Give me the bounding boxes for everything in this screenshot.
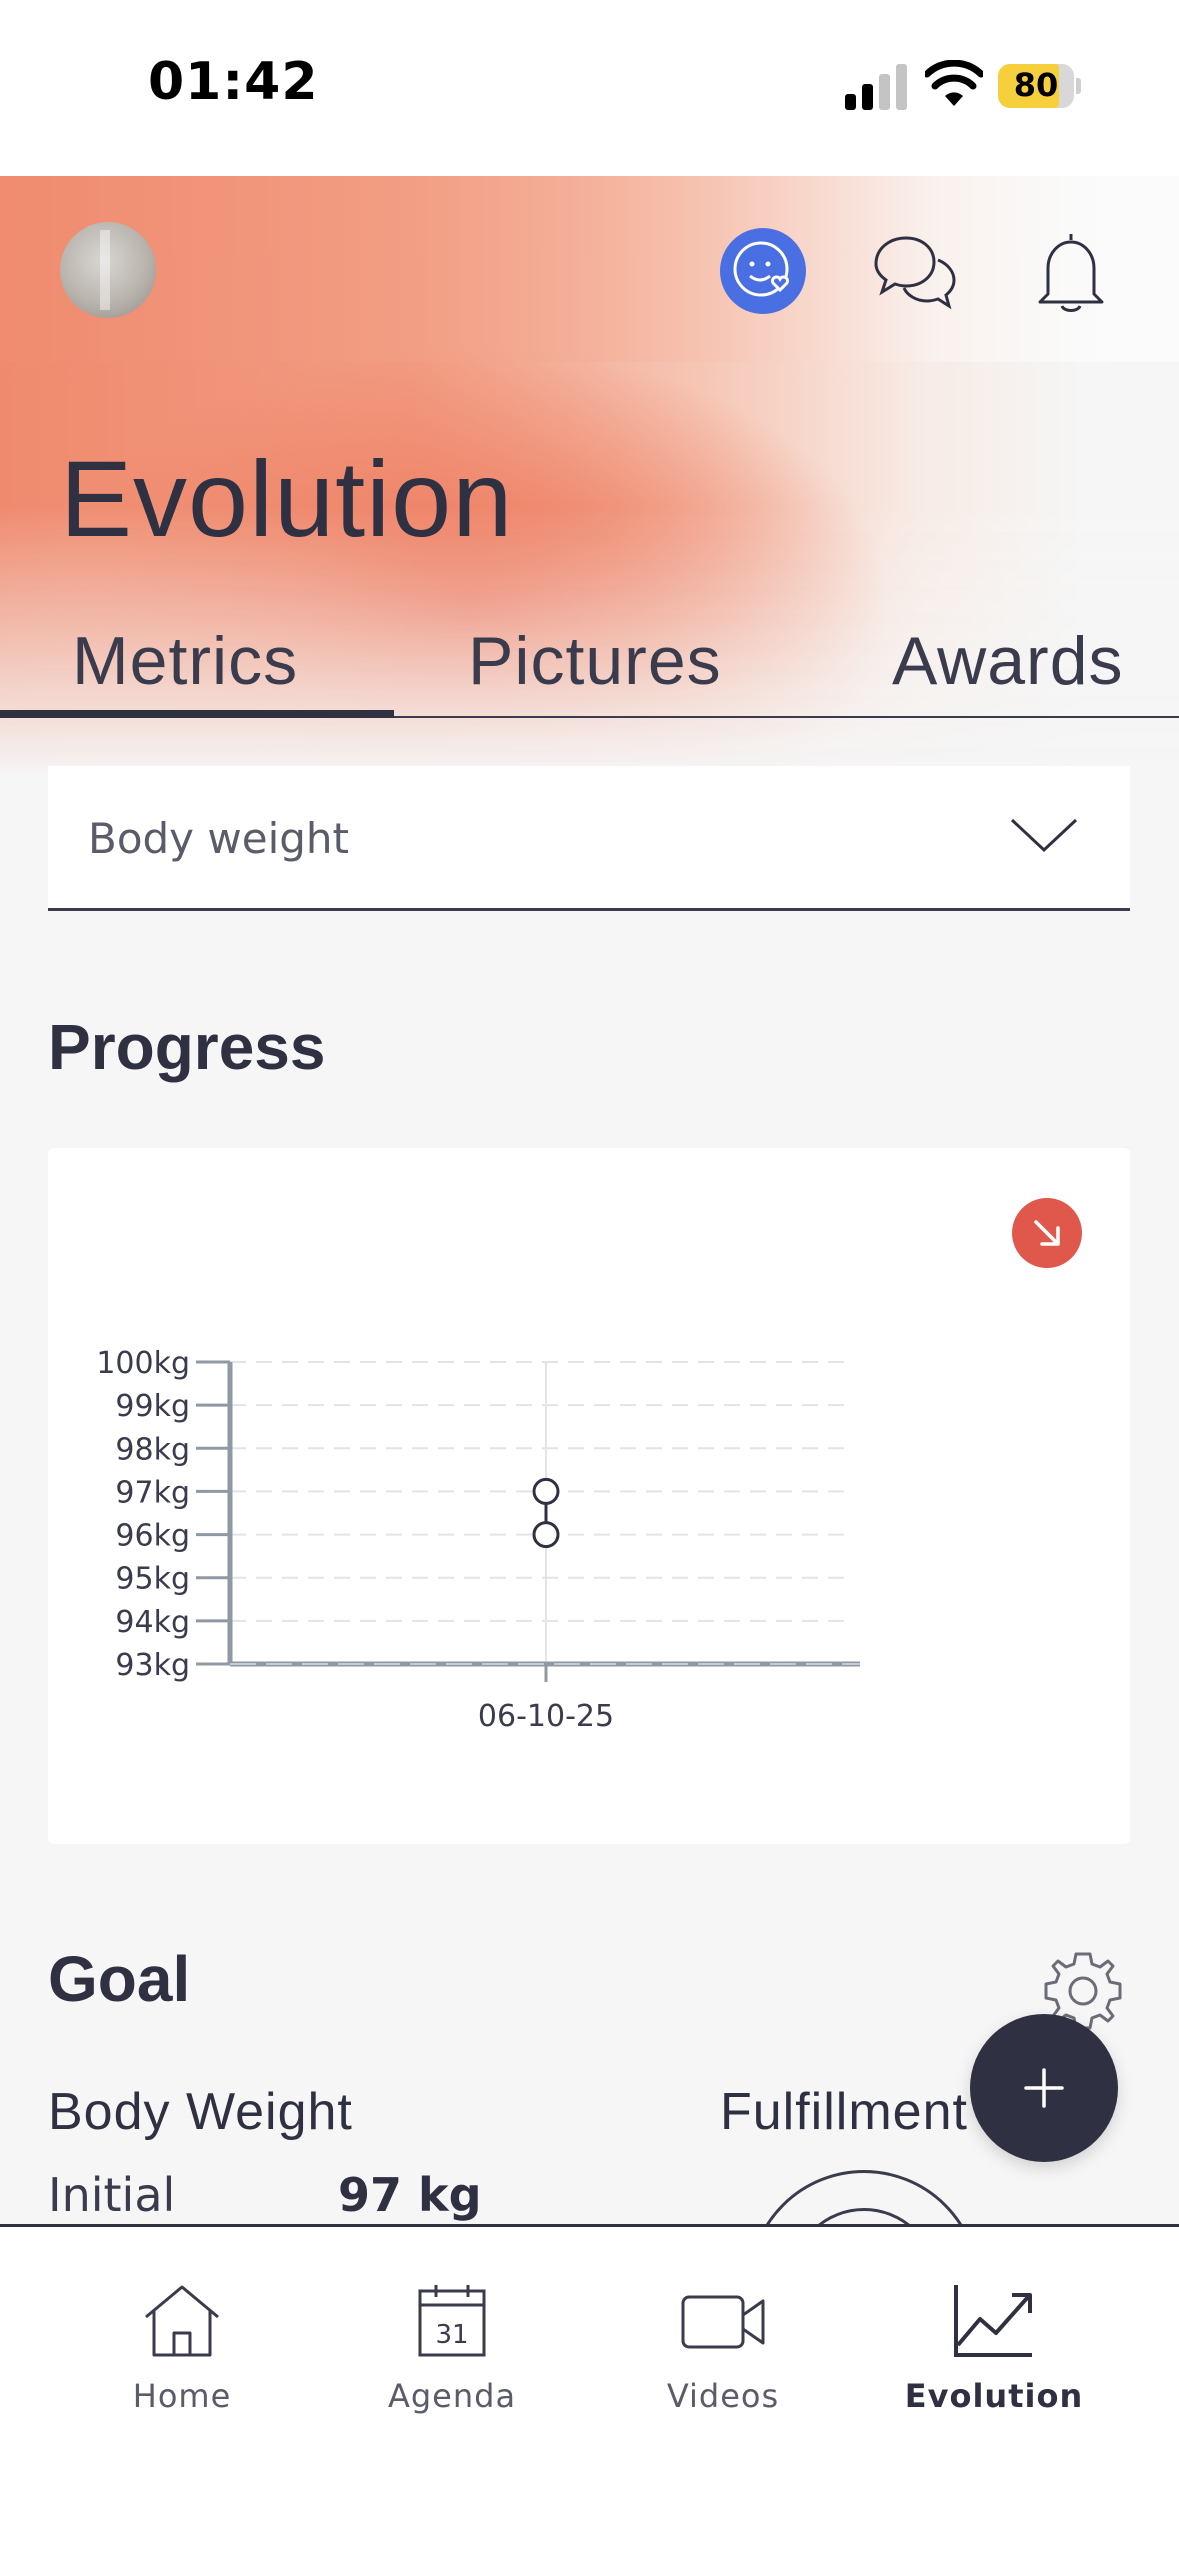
avatar[interactable] [60,222,156,318]
add-entry-button[interactable] [970,2014,1118,2162]
cellular-signal-icon [845,64,907,110]
y-tick-label: 99kg [115,1389,190,1424]
initial-value: 97 kg [338,2168,482,2222]
y-tick-label: 94kg [115,1605,190,1640]
chevron-down-icon [1010,818,1078,853]
progress-title: Progress [48,1011,326,1083]
chat-bubbles-icon[interactable] [868,226,958,316]
tab-metrics[interactable]: Metrics [72,622,298,700]
nav-home-label: Home [132,2377,232,2415]
tab-awards[interactable]: Awards [892,622,1124,700]
data-point [532,1477,560,1505]
nav-agenda-label: Agenda [387,2377,517,2415]
bell-icon[interactable] [1026,226,1116,316]
header-bar [0,176,1179,362]
nav-evolution-label: Evolution [904,2377,1084,2415]
trend-chart-icon [954,2285,1032,2357]
y-tick-label: 100kg [96,1346,190,1381]
nav-evolution[interactable]: Evolution [874,2227,1114,2427]
y-tick-label: 93kg [115,1648,190,1683]
progress-chart: 100kg 99kg 98kg 97kg 96kg 95kg 94kg 93kg 06-10-2… [96,1346,860,1734]
metric-select[interactable]: Body weight [48,766,1130,911]
smiley-heart-icon [733,241,789,297]
y-tick-label: 97kg [115,1475,190,1510]
calendar-icon: 31 [418,2285,486,2357]
video-icon [681,2295,765,2349]
battery-percentage: 80 [1013,66,1059,104]
tab-pictures[interactable]: Pictures [468,622,722,700]
page-title: Evolution [60,438,514,559]
nav-videos-label: Videos [666,2377,780,2415]
y-tick-label: 95kg [115,1562,190,1597]
x-tick-label: 06-10-25 [478,1699,614,1734]
data-point [532,1521,560,1549]
nav-videos[interactable]: Videos [603,2227,843,2427]
initial-label: Initial [48,2168,176,2222]
nav-home[interactable]: Home [62,2227,302,2427]
battery-indicator: 80 [998,64,1081,108]
fulfillment-label: Fulfillment [720,2083,968,2141]
calendar-day: 31 [435,2320,468,2350]
y-tick-label: 96kg [115,1519,190,1554]
trend-down-badge [1012,1198,1082,1268]
home-icon [145,2285,219,2357]
wifi-icon [925,60,983,106]
status-time: 01:42 [148,52,319,112]
metric-select-value: Body weight [88,814,349,863]
coach-chat-button[interactable] [720,228,806,314]
nav-agenda[interactable]: 31 Agenda [332,2227,572,2427]
bottom-nav: Home 31 Agenda Videos Evolution [0,2224,1179,2559]
arrow-down-right-icon [1034,1220,1060,1246]
goal-title: Goal [48,1943,191,2015]
active-tab-indicator [0,710,394,718]
goal-metric-label: Body Weight [48,2083,353,2141]
y-tick-label: 98kg [115,1432,190,1467]
plus-icon [1024,2068,1064,2108]
